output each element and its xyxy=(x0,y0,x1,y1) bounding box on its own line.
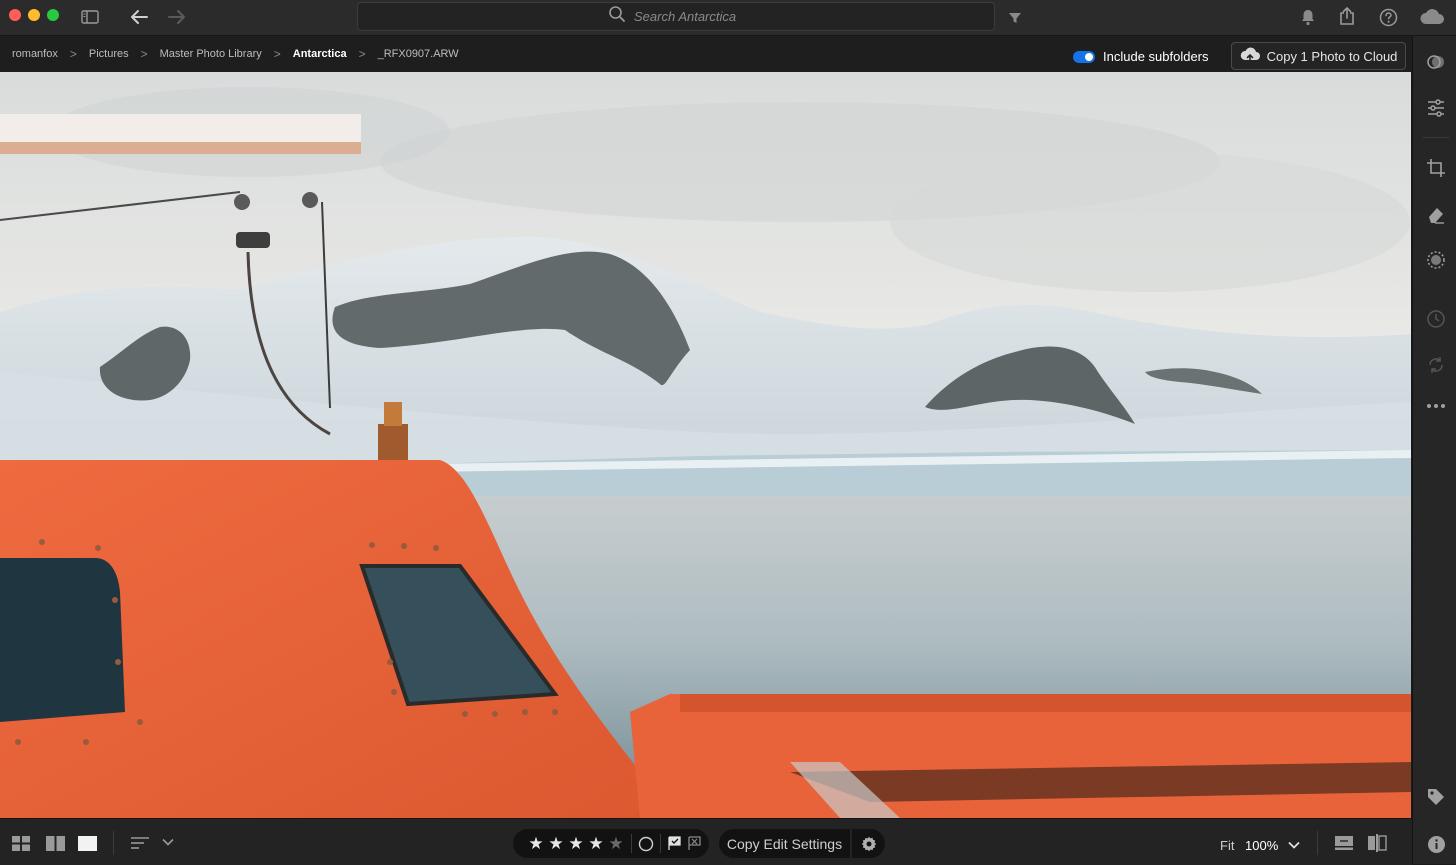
versions-history-icon[interactable] xyxy=(1425,308,1447,330)
cloud-upload-icon xyxy=(1240,47,1260,66)
star-2[interactable]: ★ xyxy=(546,835,566,852)
divider xyxy=(1317,831,1318,855)
star-3[interactable]: ★ xyxy=(566,835,586,852)
star-1[interactable]: ★ xyxy=(526,835,546,852)
breadcrumb-item-antarctica[interactable]: Antarctica xyxy=(293,48,347,60)
copy-settings-gear-button[interactable] xyxy=(852,829,885,858)
square-grid-view-icon[interactable] xyxy=(45,835,65,851)
before-after-icon[interactable] xyxy=(1333,834,1355,852)
breadcrumb-separator: > xyxy=(273,47,281,61)
back-arrow-icon[interactable] xyxy=(128,7,150,27)
forward-arrow-icon[interactable] xyxy=(166,7,188,27)
crop-icon[interactable] xyxy=(1425,157,1447,179)
grid-view-icon[interactable] xyxy=(11,835,31,851)
divider xyxy=(631,834,632,853)
window-minimize-button[interactable] xyxy=(28,9,40,21)
search-box[interactable] xyxy=(357,2,995,31)
copy-to-cloud-button[interactable]: Copy 1 Photo to Cloud xyxy=(1231,42,1406,70)
edit-sliders-icon[interactable] xyxy=(1425,97,1447,119)
help-icon[interactable] xyxy=(1377,6,1399,28)
star-5[interactable]: ★ xyxy=(606,835,626,852)
breadcrumb-separator: > xyxy=(140,47,148,61)
search-input[interactable] xyxy=(634,9,744,24)
title-bar xyxy=(0,0,1456,36)
sidebar-toggle-icon[interactable] xyxy=(80,8,100,26)
breadcrumb-separator: > xyxy=(69,47,77,61)
sort-icon[interactable] xyxy=(129,835,151,851)
divider xyxy=(113,831,114,855)
bottom-toolbar: ★ ★ ★ ★ ★ Copy Edit Settings Fit 100% xyxy=(0,818,1412,865)
copy-to-cloud-label: Copy 1 Photo to Cloud xyxy=(1266,48,1398,64)
breadcrumb-item-romanfox[interactable]: romanfox xyxy=(12,48,58,60)
notifications-bell-icon[interactable] xyxy=(1298,7,1318,27)
masking-icon[interactable] xyxy=(1425,249,1447,271)
include-subfolders-label: Include subfolders xyxy=(1103,49,1209,64)
star-4[interactable]: ★ xyxy=(586,835,606,852)
breadcrumb: romanfox > Pictures > Master Photo Libra… xyxy=(12,36,459,72)
pick-flag-icon[interactable] xyxy=(667,836,682,851)
more-options-icon[interactable] xyxy=(1425,395,1447,417)
info-icon[interactable] xyxy=(1425,833,1447,855)
keywords-tag-icon[interactable] xyxy=(1425,786,1447,808)
copy-edit-settings-label: Copy Edit Settings xyxy=(726,835,843,852)
gear-icon xyxy=(861,836,877,852)
unflag-circle-icon[interactable] xyxy=(638,836,654,852)
search-icon xyxy=(608,5,626,28)
window-zoom-button[interactable] xyxy=(47,9,59,21)
compare-split-icon[interactable] xyxy=(1366,834,1388,852)
detail-view-icon[interactable] xyxy=(77,835,97,851)
sync-icon[interactable] xyxy=(1425,354,1447,376)
fit-zoom-option[interactable]: Fit xyxy=(1220,838,1234,853)
breadcrumb-item-filename: _RFX0907.ARW xyxy=(377,48,459,60)
breadcrumb-item-master-photo-library[interactable]: Master Photo Library xyxy=(160,48,262,60)
zoom-dropdown-chevron-icon[interactable] xyxy=(1287,839,1301,851)
window-close-button[interactable] xyxy=(9,9,21,21)
breadcrumb-separator: > xyxy=(358,47,366,61)
reject-flag-icon[interactable] xyxy=(687,836,702,851)
share-icon[interactable] xyxy=(1337,5,1357,27)
divider xyxy=(660,834,661,853)
presets-icon[interactable] xyxy=(1425,51,1447,73)
rating-flag-group: ★ ★ ★ ★ ★ xyxy=(513,829,709,858)
include-subfolders-toggle[interactable] xyxy=(1073,51,1095,63)
copy-edit-settings-button[interactable]: Copy Edit Settings xyxy=(719,829,850,858)
filter-icon[interactable] xyxy=(1006,9,1024,27)
zoom-level[interactable]: 100% xyxy=(1245,838,1278,853)
divider xyxy=(1423,137,1449,138)
photo-preview[interactable] xyxy=(0,72,1411,818)
edit-tools-panel xyxy=(1412,36,1456,864)
breadcrumb-item-pictures[interactable]: Pictures xyxy=(89,48,129,60)
healing-eraser-icon[interactable] xyxy=(1425,203,1447,225)
antarctica-photo xyxy=(0,72,1411,818)
sort-dropdown-chevron-icon[interactable] xyxy=(161,836,175,848)
cloud-sync-icon[interactable] xyxy=(1418,6,1446,28)
